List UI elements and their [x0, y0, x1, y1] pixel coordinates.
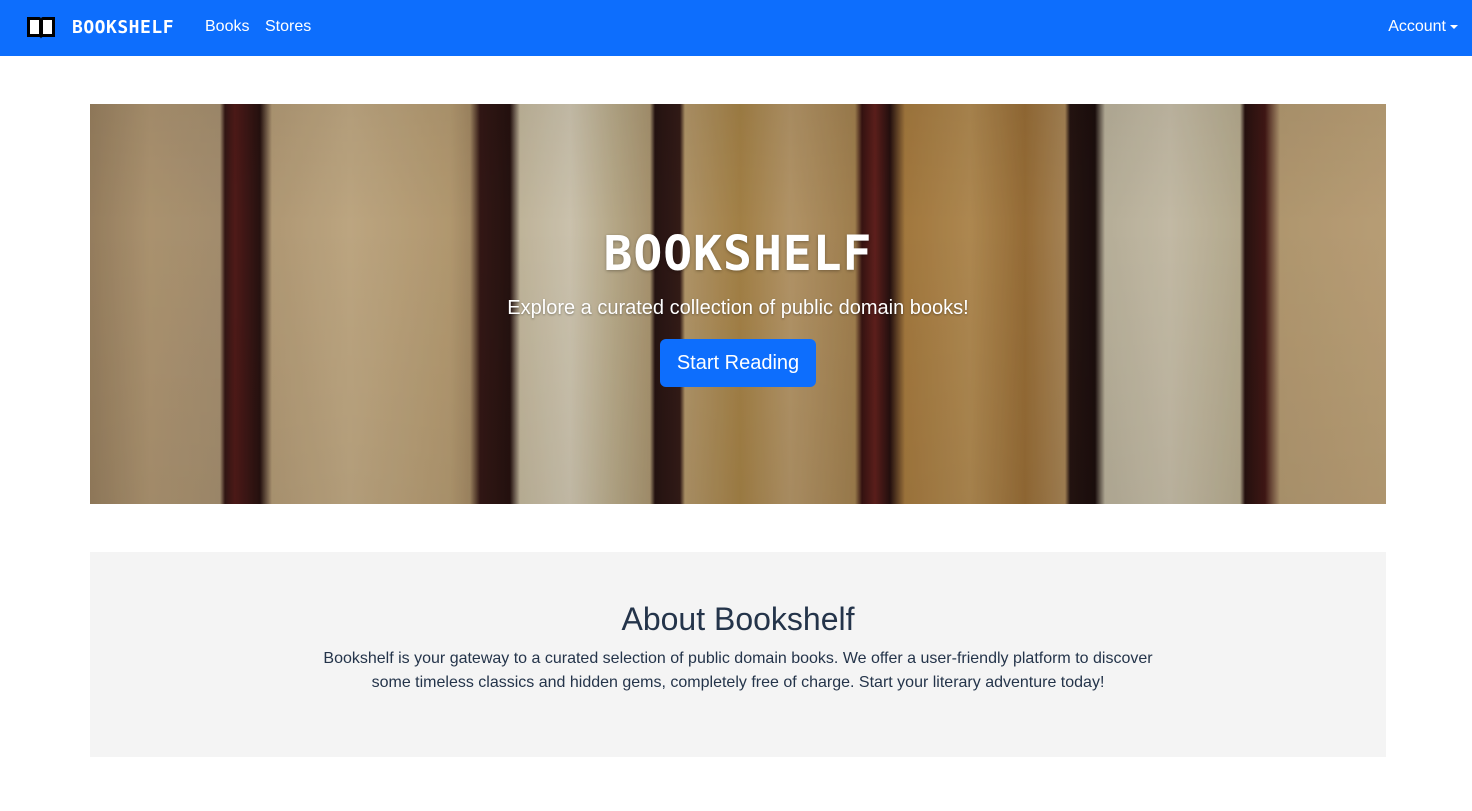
- nav-link-books[interactable]: Books: [205, 17, 249, 37]
- book-open-icon: [27, 17, 55, 39]
- about-title: About Bookshelf: [621, 601, 855, 637]
- nav-link-stores[interactable]: Stores: [265, 17, 311, 37]
- about-section: About Bookshelf Bookshelf is your gatewa…: [90, 552, 1386, 757]
- caret-down-icon: [1450, 25, 1458, 29]
- account-dropdown[interactable]: Account: [1388, 17, 1458, 37]
- hero-title: BOOKSHELF: [603, 226, 873, 282]
- brand-name: BOOKSHELF: [72, 17, 175, 38]
- hero-content: BOOKSHELF Explore a curated collection o…: [90, 104, 1386, 504]
- hero-banner: BOOKSHELF Explore a curated collection o…: [90, 104, 1386, 504]
- start-reading-button[interactable]: Start Reading: [660, 339, 816, 387]
- account-label: Account: [1388, 18, 1446, 35]
- about-text: Bookshelf is your gateway to a curated s…: [323, 650, 1153, 691]
- hero-subtitle: Explore a curated collection of public d…: [507, 297, 969, 319]
- brand-link[interactable]: BOOKSHELF: [26, 15, 174, 41]
- top-navbar: BOOKSHELF Books Stores Account: [0, 0, 1472, 56]
